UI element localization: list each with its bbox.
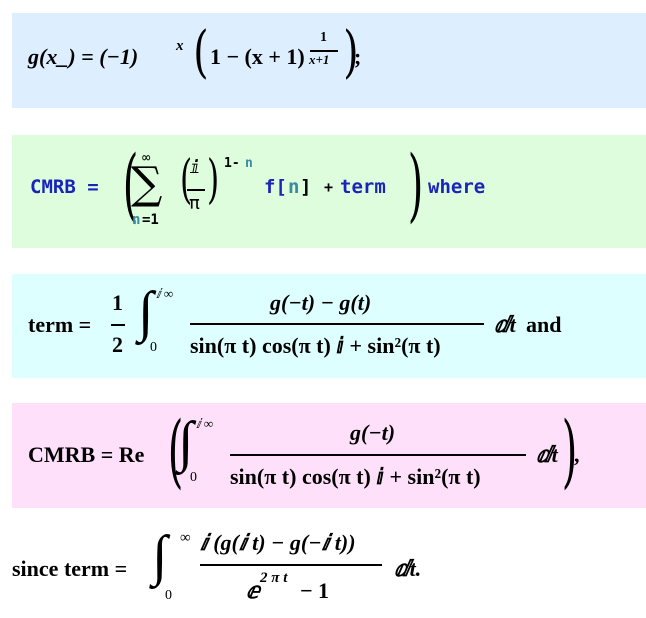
term-fraction-bar xyxy=(190,323,484,325)
f-index: n xyxy=(288,176,300,198)
sum-lower-var: n xyxy=(132,212,141,228)
half-denominator: 2 xyxy=(112,332,123,357)
re-fraction-bar xyxy=(230,454,526,456)
f-close-bracket: ] xyxy=(300,176,312,198)
frac-close-paren: ) xyxy=(207,150,220,210)
cmrb-sum-lhs: CMRB = xyxy=(30,176,99,198)
frac-denominator-pi: π xyxy=(189,193,200,214)
half-numerator: 1 xyxy=(112,290,123,315)
since-den-exponent: 2 π t xyxy=(260,570,288,586)
re-comma: , xyxy=(574,442,580,467)
term-dt: ⅆt xyxy=(494,312,516,337)
frac-numerator-i: ⅈ xyxy=(190,158,201,178)
integral-symbol: ∫ xyxy=(178,411,194,473)
integral-upper-limit: ∞ xyxy=(180,530,191,546)
term-numerator: g(−t) − g(t) xyxy=(270,290,372,315)
g-definition-lhs: g(x_) = (−1) xyxy=(28,44,138,70)
where-keyword: where xyxy=(428,176,486,198)
term-symbol: term xyxy=(340,176,386,198)
g-open-paren: ( xyxy=(193,20,209,85)
integral-lower-limit: 0 xyxy=(165,588,172,603)
and-word: and xyxy=(526,312,562,337)
g-exp-denominator: x+1 xyxy=(309,52,330,67)
plus-sign: + xyxy=(324,178,334,196)
g-exp-numerator: 1 xyxy=(320,30,327,45)
since-numerator: ⅈ (g(ⅈ t) − g(−ⅈ t)) xyxy=(200,530,356,555)
integral-upper-limit: ⅈ ∞ xyxy=(196,416,214,431)
cmrb-close-paren: ) xyxy=(407,138,424,231)
since-fraction-bar xyxy=(200,564,382,566)
integral-lower-limit: 0 xyxy=(190,470,197,485)
exp-prefix: 1- xyxy=(224,156,240,171)
integral-symbol: ∫ xyxy=(138,281,154,343)
since-den-rest: − 1 xyxy=(300,578,330,603)
cmrb-re-lhs: CMRB = Re xyxy=(28,442,145,467)
f-name: f[ xyxy=(264,176,287,198)
g-semicolon: ; xyxy=(354,44,362,69)
since-den-base: ⅇ xyxy=(246,578,260,603)
re-dt: ⅆt xyxy=(536,442,558,467)
re-denominator: sin(π t) cos(π t) ⅈ + sin²(π t) xyxy=(230,464,481,489)
sum-lower-eq: =1 xyxy=(142,212,159,228)
since-dt: ⅆt. xyxy=(394,556,422,581)
g-one-minus: 1 − (x + 1) xyxy=(210,44,305,69)
integral-lower-limit: 0 xyxy=(150,340,157,355)
g-lhs-exponent: x xyxy=(176,38,184,54)
sum-symbol: ∑ xyxy=(131,158,163,209)
term-denominator: sin(π t) cos(π t) ⅈ + sin²(π t) xyxy=(190,333,441,358)
integral-upper-limit: ⅈ ∞ xyxy=(156,286,174,301)
frac-bar xyxy=(187,189,205,191)
g-lhs-text: g(x_) = (−1) xyxy=(28,44,139,69)
re-numerator: g(−t) xyxy=(350,420,396,445)
integral-symbol: ∫ xyxy=(152,525,168,587)
half-bar xyxy=(111,324,125,326)
since-term-lhs: since term = xyxy=(12,556,128,581)
exp-var: n xyxy=(245,156,253,171)
term-lhs: term = xyxy=(28,312,92,337)
